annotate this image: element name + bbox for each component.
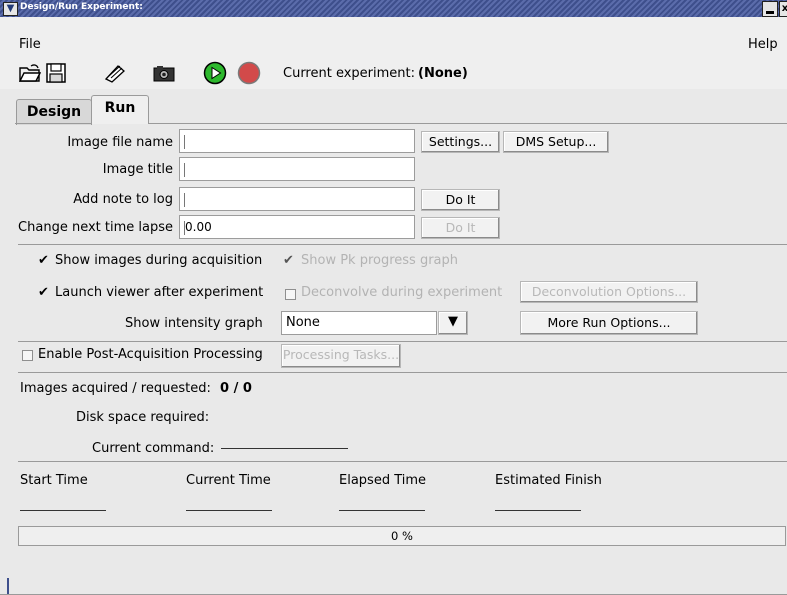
edit-icon[interactable] [103, 62, 127, 84]
launch-viewer-checkbox[interactable]: ✔ [38, 286, 49, 299]
close-button[interactable]: x [779, 1, 787, 17]
image-file-name-input[interactable] [179, 129, 415, 153]
settings-button[interactable]: Settings... [421, 131, 500, 153]
do-it-disabled-button[interactable]: Do It [421, 217, 500, 239]
save-icon[interactable] [44, 62, 68, 84]
tab-design[interactable]: Design [16, 99, 92, 125]
post-acq-label: Enable Post-Acquisition Processing [38, 347, 263, 362]
show-images-checkbox[interactable]: ✔ [38, 254, 49, 267]
menu-file[interactable]: File [19, 37, 41, 52]
stop-icon[interactable] [237, 61, 261, 85]
show-pk-checkbox[interactable]: ✔ [283, 254, 294, 267]
images-acquired-value: 0 / 0 [220, 381, 252, 396]
tab-panel-border [148, 123, 787, 124]
elapsed-time-value [339, 510, 425, 511]
menu-help[interactable]: Help [748, 37, 778, 52]
processing-tasks-button[interactable]: Processing Tasks... [281, 344, 401, 368]
separator [18, 341, 787, 342]
separator [18, 244, 787, 245]
tab-panel-border [15, 123, 91, 124]
current-experiment-value: (None) [418, 66, 468, 81]
tab-run[interactable]: Run [91, 95, 149, 124]
window-menu-icon[interactable]: ▼ [3, 2, 18, 16]
current-time-value [186, 510, 272, 511]
estimated-finish-label: Estimated Finish [495, 473, 602, 488]
current-command-value [221, 448, 348, 449]
current-experiment-label: Current experiment: [283, 66, 416, 81]
change-lapse-label: Change next time lapse [18, 220, 173, 235]
deconvolve-label: Deconvolve during experiment [301, 285, 503, 300]
more-run-options-button[interactable]: More Run Options... [520, 311, 698, 335]
image-file-name-label: Image file name [67, 135, 173, 150]
estimated-finish-value [495, 510, 581, 511]
window-title: Design/Run Experiment: [20, 2, 143, 12]
separator [18, 372, 787, 373]
experiment-window: ▼ Design/Run Experiment: x File Help Cur… [0, 0, 787, 595]
dms-setup-button[interactable]: DMS Setup... [503, 131, 609, 153]
intensity-graph-label: Show intensity graph [125, 316, 263, 331]
dropdown-arrow-icon[interactable]: ▼ [438, 311, 468, 335]
title-bar[interactable]: ▼ Design/Run Experiment: x [0, 0, 787, 17]
disk-space-label: Disk space required: [76, 410, 210, 425]
intensity-graph-select[interactable]: None [281, 311, 437, 335]
deconvolve-checkbox[interactable] [285, 289, 296, 300]
resize-grip[interactable] [7, 578, 9, 594]
add-note-input[interactable] [179, 187, 415, 211]
do-it-button[interactable]: Do It [421, 189, 500, 211]
current-command-label: Current command: [92, 441, 215, 456]
start-time-label: Start Time [20, 473, 88, 488]
change-lapse-input[interactable]: 0.00 [179, 215, 415, 239]
show-images-label: Show images during acquisition [55, 253, 263, 268]
show-pk-label: Show Pk progress graph [301, 253, 459, 268]
menu-bar: File Help [0, 17, 787, 58]
add-note-label: Add note to log [73, 192, 173, 207]
images-acquired-label: Images acquired / requested: [20, 381, 211, 396]
progress-bar: 0 % [18, 526, 786, 546]
camera-icon[interactable] [152, 62, 176, 84]
current-time-label: Current Time [186, 473, 271, 488]
post-acq-checkbox[interactable] [22, 350, 33, 361]
image-title-input[interactable] [179, 157, 415, 181]
open-folder-icon[interactable] [18, 62, 42, 84]
elapsed-time-label: Elapsed Time [339, 473, 427, 488]
deconvolution-options-button[interactable]: Deconvolution Options... [520, 281, 698, 303]
play-icon[interactable] [203, 61, 227, 85]
minimize-button[interactable] [762, 1, 778, 17]
launch-viewer-label: Launch viewer after experiment [55, 285, 264, 300]
image-title-label: Image title [102, 162, 173, 177]
separator [18, 461, 787, 462]
progress-text: 0 % [391, 529, 413, 543]
start-time-value [20, 510, 106, 511]
